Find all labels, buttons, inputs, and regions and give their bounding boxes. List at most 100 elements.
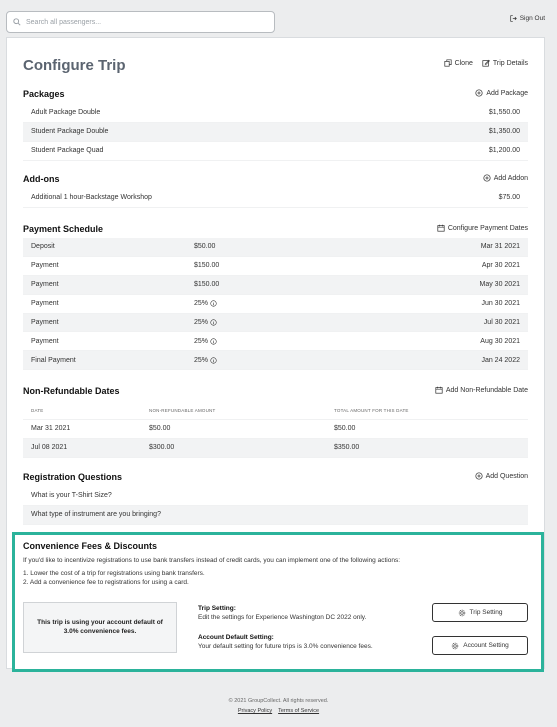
package-price: $1,200.00 (488, 147, 520, 155)
payment-date: Jul 30 2021 (483, 319, 520, 326)
account-setting-title: Account Default Setting: (198, 634, 274, 641)
search-icon (13, 18, 21, 26)
payment-amount: 25% (194, 300, 209, 308)
trip-details-button[interactable]: Trip Details (482, 59, 528, 67)
page-footer: © 2021 GroupCollect. All rights reserved… (0, 698, 557, 714)
copy-icon (444, 59, 452, 67)
question-text: What type of instrument are you bringing… (31, 511, 161, 519)
payment-date: Mar 31 2021 (480, 243, 520, 251)
table-row[interactable]: Deposit $50.00 Mar 31 2021 (23, 238, 528, 257)
add-addon-button[interactable]: Add Addon (483, 174, 528, 182)
header-total: TOTAL AMOUNT FOR THIS DATE (334, 408, 409, 413)
nonref-date: Mar 31 2021 (31, 425, 71, 433)
add-package-button[interactable]: Add Package (475, 89, 528, 97)
gear-icon (458, 609, 465, 616)
table-row[interactable]: Final Payment 25% Jan 24 2022 (23, 351, 528, 371)
list-item: 1. Lower the cost of a trip for registra… (23, 570, 205, 577)
info-icon[interactable] (210, 319, 217, 326)
plus-circle-icon (475, 472, 483, 480)
account-setting-button[interactable]: Account Setting (432, 636, 528, 655)
payment-schedule-title: Payment Schedule (23, 224, 104, 234)
table-row[interactable]: Jul 08 2021 $300.00 $350.00 (23, 438, 528, 458)
payment-label: Final Payment (31, 356, 76, 364)
add-package-label: Add Package (486, 89, 528, 97)
payment-amount: 25% (194, 337, 209, 345)
privacy-policy-link[interactable]: Privacy Policy (238, 708, 272, 714)
clone-button[interactable]: Clone (444, 59, 473, 67)
package-name: Adult Package Double (31, 109, 101, 117)
search-placeholder: Search all passengers... (26, 18, 102, 26)
add-non-refundable-date-button[interactable]: Add Non-Refundable Date (435, 386, 528, 394)
trip-setting-button[interactable]: Trip Setting (432, 603, 528, 622)
table-row[interactable]: Mar 31 2021 $50.00 $50.00 (23, 420, 528, 439)
add-non-refundable-date-label: Add Non-Refundable Date (445, 386, 528, 394)
table-row[interactable]: What is your T-Shirt Size? (23, 487, 528, 506)
package-name: Student Package Double (31, 128, 109, 136)
trip-setting-info: Trip Setting: Edit the settings for Expe… (198, 604, 366, 623)
header-amount: NON-REFUNDABLE AMOUNT (149, 408, 216, 413)
info-icon[interactable] (210, 338, 217, 345)
list-item: 2. Add a convenience fee to registration… (23, 579, 189, 586)
table-row[interactable]: Payment $150.00 May 30 2021 (23, 275, 528, 295)
edit-icon (482, 59, 490, 67)
payment-date: Aug 30 2021 (480, 337, 520, 345)
payment-amount-cell: 25% (194, 357, 217, 364)
nonref-date: Jul 08 2021 (31, 444, 68, 452)
calendar-icon (435, 386, 443, 394)
package-name: Student Package Quad (31, 147, 104, 155)
table-row[interactable]: Payment $150.00 Apr 30 2021 (23, 257, 528, 276)
payment-amount: 25% (194, 319, 209, 326)
add-question-button[interactable]: Add Question (475, 472, 528, 480)
table-row[interactable]: Student Package Quad $1,200.00 (23, 142, 528, 161)
non-refundable-title: Non-Refundable Dates (23, 386, 120, 396)
payment-amount-cell: 25% (194, 300, 217, 307)
header-actions: Clone Trip Details (444, 59, 528, 67)
nonref-amount: $50.00 (149, 425, 171, 433)
table-row[interactable]: Student Package Double $1,350.00 (23, 122, 528, 142)
table-row[interactable]: Additional 1 hour-Backstage Workshop $75.… (23, 189, 528, 208)
payment-label: Deposit (31, 243, 55, 251)
add-question-label: Add Question (485, 472, 528, 480)
packages-table: Adult Package Double $1,550.00 Student Pa… (23, 104, 528, 161)
nonref-total: $350.00 (334, 444, 360, 452)
table-row[interactable]: Payment 25% Jun 30 2021 (23, 295, 528, 314)
package-price: $1,550.00 (488, 109, 520, 117)
configure-payment-dates-button[interactable]: Configure Payment Dates (437, 224, 528, 232)
payment-amount-cell: 25% (194, 338, 217, 345)
table-row[interactable]: Adult Package Double $1,550.00 (23, 104, 528, 123)
search-input[interactable]: Search all passengers... (6, 11, 275, 33)
package-price: $1,350.00 (488, 128, 520, 136)
addon-price: $75.00 (498, 194, 520, 202)
trip-setting-button-label: Trip Setting (469, 609, 503, 616)
payment-amount-cell: 25% (194, 319, 217, 326)
configure-payment-dates-label: Configure Payment Dates (447, 224, 528, 232)
table-row[interactable]: What type of instrument are you bringing… (23, 505, 528, 525)
table-row[interactable]: Payment 25% Jul 30 2021 (23, 313, 528, 333)
convenience-title: Convenience Fees & Discounts (23, 541, 158, 551)
plus-circle-icon (475, 89, 483, 97)
payment-amount: $150.00 (194, 262, 220, 270)
sign-out-link[interactable]: Sign Out (510, 15, 545, 22)
payment-date: Apr 30 2021 (481, 262, 520, 270)
addon-name: Additional 1 hour-Backstage Workshop (31, 194, 152, 202)
payment-label: Payment (31, 281, 59, 289)
packages-title: Packages (23, 89, 65, 99)
clone-label: Clone (454, 59, 473, 67)
table-row[interactable]: Payment 25% Aug 30 2021 (23, 332, 528, 352)
payment-amount: $50.00 (194, 243, 216, 251)
account-setting-info: Account Default Setting: Your default se… (198, 633, 373, 652)
payment-schedule-table: Deposit $50.00 Mar 31 2021 Payment $150.00 A… (23, 238, 528, 371)
terms-of-service-link[interactable]: Terms of Service (278, 708, 319, 714)
registration-questions-title: Registration Questions (23, 472, 123, 482)
account-setting-button-label: Account Setting (463, 642, 509, 649)
question-text: What is your T-Shirt Size? (31, 492, 112, 500)
calendar-icon (437, 224, 445, 232)
non-refundable-table: DATE NON-REFUNDABLE AMOUNT TOTAL AMOUNT FO… (23, 402, 528, 458)
info-icon[interactable] (210, 300, 217, 307)
trip-setting-description: Edit the settings for Experience Washing… (198, 614, 367, 622)
addons-title: Add-ons (23, 174, 60, 184)
addons-table: Additional 1 hour-Backstage Workshop $75.… (23, 189, 528, 208)
default-fee-note: This trip is using your account default … (23, 602, 177, 653)
footer-links: Privacy Policy Terms of Service (0, 708, 557, 714)
info-icon[interactable] (210, 357, 217, 364)
